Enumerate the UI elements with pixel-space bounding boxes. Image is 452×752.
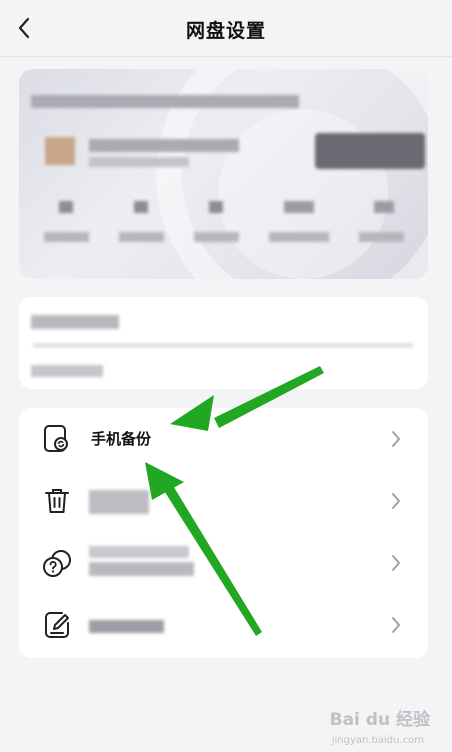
phone-backup-icon	[44, 425, 68, 452]
menu-item-help[interactable]	[19, 532, 428, 594]
settings-menu: 手机备份	[19, 408, 428, 658]
watermark-logo: Bai du 经验	[329, 710, 430, 730]
chevron-right-icon	[392, 493, 400, 509]
blurred-text	[31, 315, 119, 329]
blurred-text	[89, 157, 189, 167]
blurred-text	[89, 139, 239, 152]
blurred-badge	[315, 133, 425, 169]
top-bar: 网盘设置	[0, 0, 452, 57]
blurred-avatar	[45, 137, 75, 165]
menu-item-feedback[interactable]	[19, 594, 428, 656]
menu-item-phone-backup[interactable]: 手机备份	[19, 408, 428, 470]
blurred-menu-label	[89, 546, 189, 558]
blurred-menu-label	[89, 490, 149, 514]
chevron-right-icon	[392, 617, 400, 633]
blurred-stat-label	[44, 232, 89, 242]
blurred-stat	[209, 201, 223, 213]
blurred-stat-label	[269, 232, 329, 242]
storage-progress-bar	[33, 343, 413, 348]
trash-icon	[45, 489, 69, 513]
chevron-right-icon	[392, 431, 400, 447]
watermark-url: jingyan.baidu.com	[331, 735, 424, 746]
blurred-stat-label	[119, 232, 164, 242]
blurred-stat	[284, 201, 314, 213]
blurred-stat	[59, 201, 73, 213]
menu-item-label: 手机备份	[91, 430, 152, 448]
blurred-menu-label	[89, 562, 194, 576]
blurred-stat	[134, 201, 148, 213]
page-title: 网盘设置	[185, 20, 266, 42]
blurred-text	[31, 95, 299, 108]
account-card	[19, 69, 428, 279]
chevron-right-icon	[392, 555, 400, 571]
blurred-menu-label	[89, 620, 164, 633]
edit-note-icon	[45, 612, 69, 638]
menu-item-recycle-bin[interactable]	[19, 470, 428, 532]
blurred-stat	[374, 201, 394, 213]
help-coins-icon	[43, 550, 71, 577]
storage-info-panel	[19, 297, 428, 389]
blurred-stat-label	[194, 232, 239, 242]
blurred-text	[31, 365, 103, 377]
blurred-stat-label	[359, 232, 404, 242]
